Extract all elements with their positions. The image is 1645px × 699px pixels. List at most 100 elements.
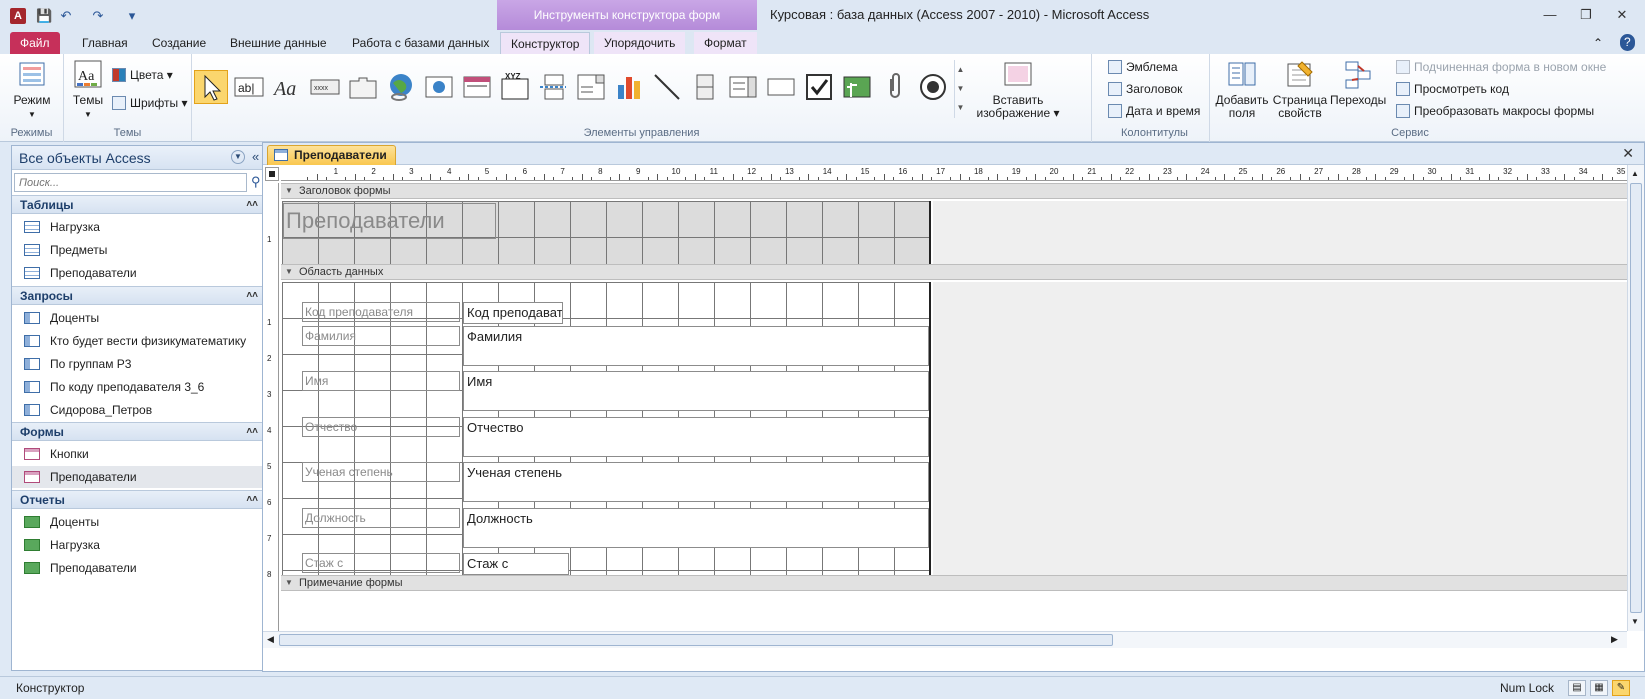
rectangle-control-icon[interactable] <box>764 70 798 104</box>
scroll-down-icon[interactable]: ▼ <box>1631 617 1639 626</box>
list-box-control-icon[interactable] <box>726 70 760 104</box>
nav-search-input[interactable] <box>14 173 247 192</box>
horizontal-ruler[interactable]: 1 2 3 4 5 6 7 8 9 10 11 12 13 14 15 16 17 18 19 20 21 22 23 24 2… <box>281 167 1631 181</box>
search-icon[interactable]: ⚲ <box>251 174 261 190</box>
nav-item-report[interactable]: Нагрузка <box>12 534 268 556</box>
subform-new-window-button[interactable]: Подчиненная форма в новом окне <box>1396 58 1606 76</box>
tab-order-button[interactable]: Переходы <box>1330 58 1386 107</box>
section-bar-detail[interactable]: Область данных <box>281 264 1631 280</box>
nav-item-table[interactable]: Предметы <box>12 239 268 261</box>
minimize-icon[interactable]: — <box>1536 6 1564 24</box>
document-tab[interactable]: Преподаватели <box>267 145 396 165</box>
combo-box-control-icon[interactable] <box>574 70 608 104</box>
close-document-icon[interactable]: ✕ <box>1622 145 1634 162</box>
add-fields-button[interactable]: Добавить поля <box>1214 58 1270 120</box>
nav-item-form[interactable]: Кнопки <box>12 443 268 465</box>
vertical-scroll-thumb[interactable] <box>1630 183 1642 613</box>
nav-item-query[interactable]: Сидорова_Петров <box>12 399 268 421</box>
form-footer-area[interactable] <box>282 593 1627 631</box>
nav-dropdown-icon[interactable]: ▼ <box>231 150 245 164</box>
nav-item-query[interactable]: По коду преподавателя 3_6 <box>12 376 268 398</box>
scroll-down-icon[interactable]: ▼ <box>955 79 966 98</box>
close-window-icon[interactable]: ✕ <box>1608 6 1636 24</box>
gallery-scroll[interactable]: ▲ ▼ ▼ <box>954 60 966 118</box>
field-textbox[interactable]: Стаж с <box>463 553 569 575</box>
tab-arrange[interactable]: Упорядочить <box>594 32 686 54</box>
field-textbox[interactable]: Фамилия <box>463 326 929 366</box>
nav-item-report[interactable]: Преподаватели <box>12 557 268 579</box>
checkbox-control-icon[interactable] <box>802 70 836 104</box>
field-textbox[interactable]: Код преподават <box>463 302 563 324</box>
date-time-button[interactable]: Дата и время <box>1108 102 1200 120</box>
toggle-button-control-icon[interactable] <box>688 70 722 104</box>
tab-create[interactable]: Создание <box>142 32 216 54</box>
nav-category-tables[interactable]: Таблицы ˄˄ <box>12 195 268 214</box>
nav-item-table[interactable]: Преподаватели <box>12 262 268 284</box>
navigation-control-icon[interactable] <box>460 70 494 104</box>
unbound-object-frame-icon[interactable] <box>840 70 874 104</box>
field-textbox[interactable]: Отчество <box>463 417 929 457</box>
nav-item-query[interactable]: Доценты <box>12 307 268 329</box>
nav-item-report[interactable]: Доценты <box>12 511 268 533</box>
form-selector[interactable] <box>265 167 279 181</box>
option-button-control-icon[interactable] <box>916 70 950 104</box>
hyperlink-control-icon[interactable] <box>384 70 418 104</box>
undo-icon[interactable]: ↶ <box>58 8 74 24</box>
logo-button[interactable]: Эмблема <box>1108 58 1178 76</box>
customize-qat-icon[interactable]: ▾ <box>124 8 140 24</box>
view-code-button[interactable]: Просмотреть код <box>1396 80 1509 98</box>
nav-category-queries[interactable]: Запросы ˄˄ <box>12 286 268 305</box>
horizontal-scroll-thumb[interactable] <box>279 634 1113 646</box>
form-view-icon[interactable]: ▤ <box>1568 680 1586 696</box>
vertical-scrollbar[interactable]: ▲ ▼ <box>1627 165 1644 631</box>
scroll-up-icon[interactable]: ▲ <box>1631 169 1639 178</box>
field-label[interactable]: Стаж с <box>302 553 460 573</box>
tab-format[interactable]: Формат <box>694 32 757 54</box>
form-title-label[interactable]: Преподаватели <box>283 203 496 239</box>
convert-macros-button[interactable]: Преобразовать макросы формы <box>1396 102 1594 120</box>
tab-design[interactable]: Конструктор <box>500 32 591 54</box>
tab-database-tools[interactable]: Работа с базами данных <box>342 32 499 54</box>
label-control-icon[interactable]: Aa <box>270 70 304 104</box>
section-bar-form-header[interactable]: Заголовок формы <box>281 183 1631 199</box>
design-view-icon[interactable]: ✎ <box>1612 680 1630 696</box>
nav-item-query[interactable]: По группам Р3 <box>12 353 268 375</box>
attachment-control-icon[interactable] <box>878 70 912 104</box>
horizontal-scrollbar[interactable]: ◀ ▶ <box>263 631 1627 648</box>
line-control-icon[interactable] <box>650 70 684 104</box>
field-textbox[interactable]: Ученая степень <box>463 462 929 502</box>
nav-collapse-icon[interactable]: « <box>252 149 259 164</box>
nav-title[interactable]: Все объекты Access <box>19 150 151 166</box>
field-label[interactable]: Фамилия <box>302 326 460 346</box>
scroll-up-icon[interactable]: ▲ <box>955 60 966 79</box>
field-label[interactable]: Код преподавателя <box>302 302 460 322</box>
access-app-icon[interactable]: A <box>10 8 26 24</box>
layout-view-icon[interactable]: ▦ <box>1590 680 1608 696</box>
field-label[interactable]: Ученая степень <box>302 462 460 482</box>
insert-image-button[interactable]: Вставить изображение ▾ <box>972 58 1064 120</box>
fonts-button[interactable]: Шрифты ▾ <box>112 94 187 112</box>
redo-icon[interactable]: ↷ <box>90 8 106 24</box>
save-icon[interactable]: 💾 <box>36 8 52 24</box>
colors-button[interactable]: Цвета ▾ <box>112 66 173 84</box>
chart-control-icon[interactable] <box>612 70 646 104</box>
page-break-control-icon[interactable] <box>536 70 570 104</box>
nav-item-query[interactable]: Кто будет вести физикуматематику <box>12 330 268 352</box>
title-button[interactable]: Заголовок <box>1108 80 1182 98</box>
restore-icon[interactable]: ❐ <box>1572 6 1600 24</box>
vertical-ruler[interactable]: 1 1 2 3 4 5 6 7 8 <box>263 183 279 631</box>
web-browser-control-icon[interactable] <box>422 70 456 104</box>
tab-external-data[interactable]: Внешние данные <box>220 32 337 54</box>
field-label[interactable]: Отчество <box>302 417 460 437</box>
tab-file[interactable]: Файл <box>10 32 60 54</box>
minimize-ribbon-icon[interactable]: ⌃ <box>1593 32 1603 54</box>
select-pointer-icon[interactable] <box>194 70 228 104</box>
field-textbox[interactable]: Имя <box>463 371 929 411</box>
view-button[interactable]: Режим ▼ <box>10 58 54 121</box>
nav-header[interactable]: Все объекты Access ▼ « <box>12 146 268 170</box>
field-label[interactable]: Имя <box>302 371 460 391</box>
button-control-icon[interactable]: xxxx <box>308 70 342 104</box>
more-icon[interactable]: ▼ <box>955 98 966 117</box>
field-label[interactable]: Должность <box>302 508 460 528</box>
nav-category-forms[interactable]: Формы ˄˄ <box>12 422 268 441</box>
